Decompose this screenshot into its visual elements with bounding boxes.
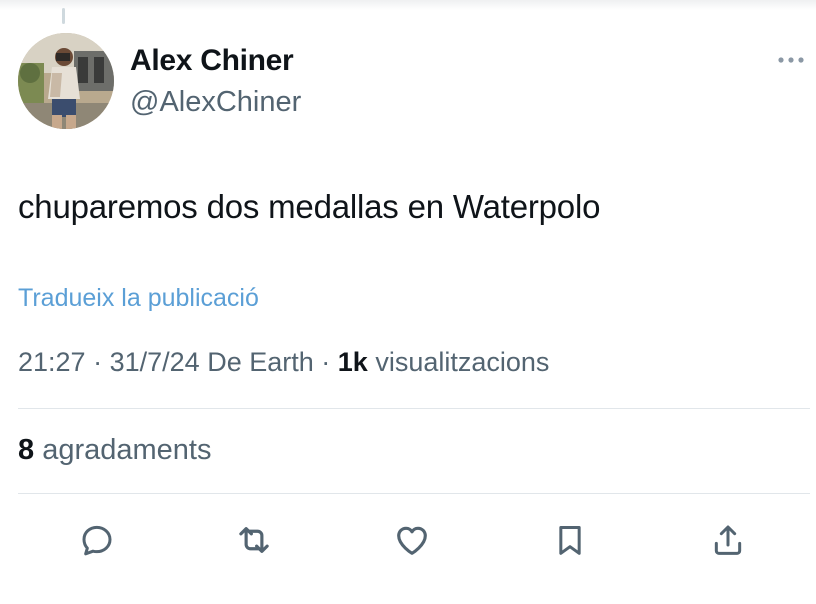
translate-link[interactable]: Tradueix la publicació — [18, 284, 259, 313]
share-icon — [714, 525, 742, 555]
divider — [18, 408, 810, 409]
user-handle[interactable]: @AlexChiner — [130, 86, 301, 119]
avatar-image — [18, 33, 114, 129]
divider — [18, 493, 810, 494]
share-button[interactable] — [706, 518, 750, 562]
tweet-text: chuparemos dos medallas en Waterpolo — [18, 188, 601, 225]
avatar[interactable] — [18, 33, 114, 129]
tweet-date[interactable]: 31/7/24 — [110, 347, 200, 377]
more-options-button[interactable] — [774, 48, 808, 72]
likes-count: 8 — [18, 434, 35, 466]
likes-label: agradaments — [42, 434, 212, 466]
thread-line — [62, 8, 65, 24]
reply-icon — [82, 525, 112, 556]
action-bar — [0, 518, 816, 566]
heart-icon — [397, 526, 427, 555]
meta-separator: · — [93, 347, 110, 377]
views-label: visualitzacions — [375, 347, 550, 377]
retweet-icon — [239, 527, 269, 553]
display-name[interactable]: Alex Chiner — [130, 44, 294, 78]
bookmark-button[interactable] — [548, 518, 592, 562]
tweet-source: De Earth — [207, 347, 314, 377]
tweet-time[interactable]: 21:27 — [18, 347, 86, 377]
more-horizontal-icon — [778, 57, 804, 63]
retweet-button[interactable] — [232, 518, 276, 562]
top-fade — [0, 0, 816, 10]
bookmark-icon — [559, 526, 581, 555]
views-count: 1k — [337, 347, 368, 377]
meta-separator: · — [321, 347, 338, 377]
tweet-meta: 21:27 · 31/7/24 De Earth · 1k visualitza… — [18, 347, 549, 378]
likes-summary[interactable]: 8 agradaments — [18, 434, 211, 467]
reply-button[interactable] — [75, 518, 119, 562]
like-button[interactable] — [390, 518, 434, 562]
